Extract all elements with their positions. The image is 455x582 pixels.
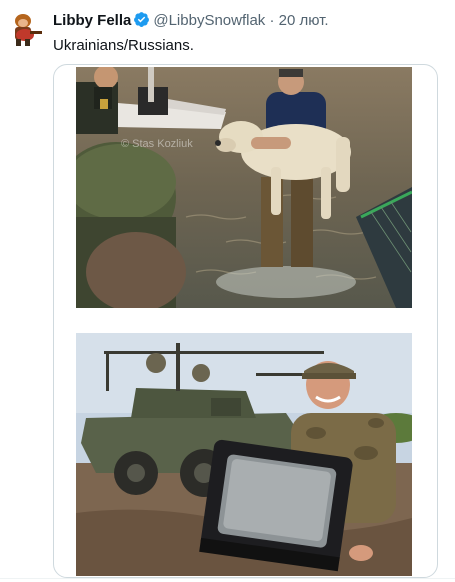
photo-soldier-tv[interactable] — [76, 333, 412, 576]
tweet[interactable]: Libby Fella @LibbySnowflak · 20 лют. Ukra… — [0, 0, 455, 582]
user-handle[interactable]: @LibbySnowflak — [153, 12, 265, 29]
tweet-header: Libby Fella @LibbySnowflak · 20 лют. — [53, 11, 329, 30]
avatar[interactable] — [4, 9, 44, 49]
tweet-text: Ukrainians/Russians. — [53, 37, 194, 54]
separator-dot: · — [269, 12, 275, 29]
photo-watermark: © Stas Kozliuk — [121, 138, 193, 150]
photo-rescue-dog[interactable]: © Stas Kozliuk — [76, 67, 412, 308]
divider — [0, 578, 455, 579]
verified-badge-icon — [133, 11, 150, 28]
display-name[interactable]: Libby Fella — [53, 12, 131, 29]
media-container[interactable]: © Stas Kozliuk — [53, 64, 438, 578]
timestamp[interactable]: 20 лют. — [279, 12, 329, 29]
